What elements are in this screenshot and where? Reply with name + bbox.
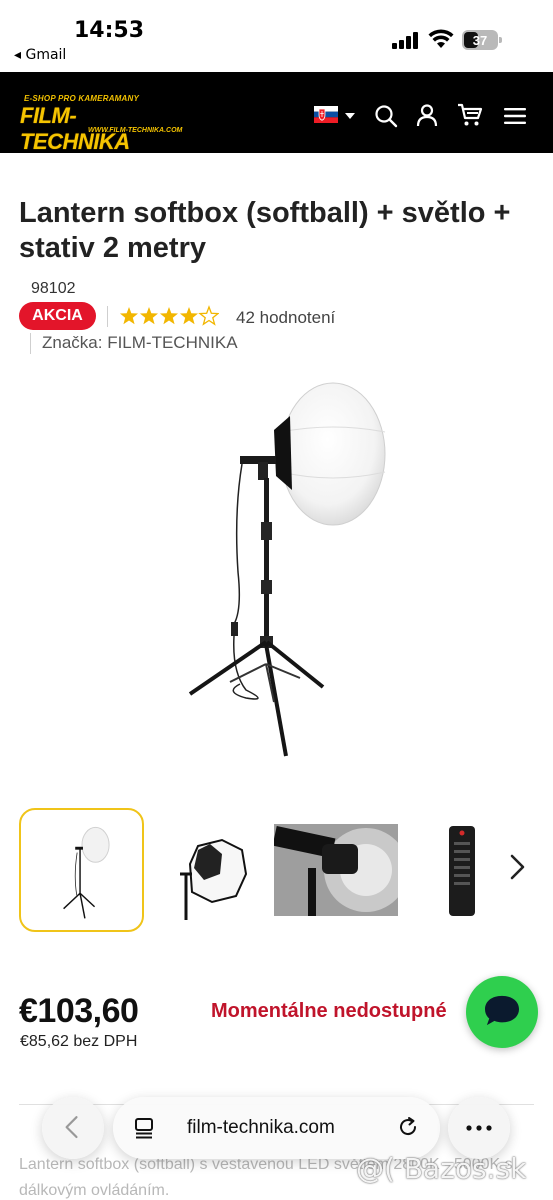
status-bar: 14:53 ◂ Gmail 37 — [0, 0, 553, 72]
product-price-net: €85,62 bez DPH — [20, 1033, 138, 1050]
more-dots-icon — [466, 1125, 492, 1131]
star-filled-icon — [159, 307, 179, 325]
thumbnail-image — [180, 838, 248, 920]
battery-icon: 37 — [462, 30, 502, 50]
divider — [107, 306, 108, 327]
product-brand[interactable]: Značka: FILM-TECHNIKA — [42, 333, 238, 353]
chevron-left-icon — [65, 1116, 78, 1139]
product-sku: 98102 — [31, 280, 76, 297]
chat-button[interactable] — [466, 976, 538, 1048]
star-empty-icon — [198, 305, 219, 326]
reviews-count-link[interactable]: 42 hodnotení — [236, 308, 335, 328]
chat-bubble-icon — [485, 995, 519, 1026]
slovakia-flag-icon[interactable] — [314, 106, 338, 123]
thumbnail-light-head-closeup[interactable] — [272, 808, 408, 932]
wifi-icon — [428, 29, 454, 48]
logo-tagline: E-SHOP PRO KAMERAMANY — [24, 94, 140, 103]
browser-address-bar[interactable]: film-technika.com — [113, 1097, 440, 1159]
sale-badge: AKCIA — [19, 302, 96, 330]
tabs-icon — [135, 1118, 153, 1139]
star-filled-icon — [179, 307, 199, 325]
back-to-gmail-link[interactable]: ◂ Gmail — [14, 47, 66, 63]
battery-level: 37 — [472, 32, 488, 48]
thumbnail-image — [63, 826, 110, 919]
logo-url: WWW.FILM-TECHNIKA.COM — [88, 127, 183, 134]
site-logo[interactable]: E-SHOP PRO KAMERAMANY FILM-TECHNIKA WWW.… — [20, 94, 185, 154]
thumbnail-softbox-octagon[interactable] — [162, 808, 252, 932]
cart-icon[interactable] — [457, 103, 483, 127]
product-price: €103,60 — [19, 992, 139, 1030]
browser-more-button[interactable] — [448, 1097, 510, 1159]
divider — [30, 333, 31, 354]
menu-icon[interactable] — [504, 107, 526, 125]
browser-back-button[interactable] — [42, 1097, 104, 1159]
rating-stars[interactable] — [119, 305, 219, 327]
watermark-text: @( Bazos.sk — [356, 1152, 527, 1185]
cellular-signal-icon — [392, 31, 420, 49]
browser-url-text: film-technika.com — [187, 1117, 335, 1138]
status-time: 14:53 — [74, 18, 145, 43]
star-filled-icon — [139, 307, 159, 325]
product-main-image[interactable] — [150, 372, 410, 764]
gallery-next-arrow-icon[interactable] — [508, 852, 528, 882]
reload-icon[interactable] — [397, 1116, 419, 1138]
thumbnail-lantern-on-stand[interactable] — [19, 808, 144, 932]
thumbnail-remote-control[interactable] — [416, 808, 502, 932]
product-title: Lantern softbox (softball) + světlo + st… — [19, 197, 511, 264]
language-dropdown-chevron-icon[interactable] — [345, 113, 355, 119]
thumbnail-image — [449, 826, 475, 916]
star-filled-icon — [119, 307, 139, 325]
user-icon[interactable] — [415, 103, 439, 127]
thumbnail-image — [272, 824, 408, 916]
availability-status: Momentálne nedostupné — [211, 1000, 447, 1022]
search-icon[interactable] — [374, 104, 398, 128]
